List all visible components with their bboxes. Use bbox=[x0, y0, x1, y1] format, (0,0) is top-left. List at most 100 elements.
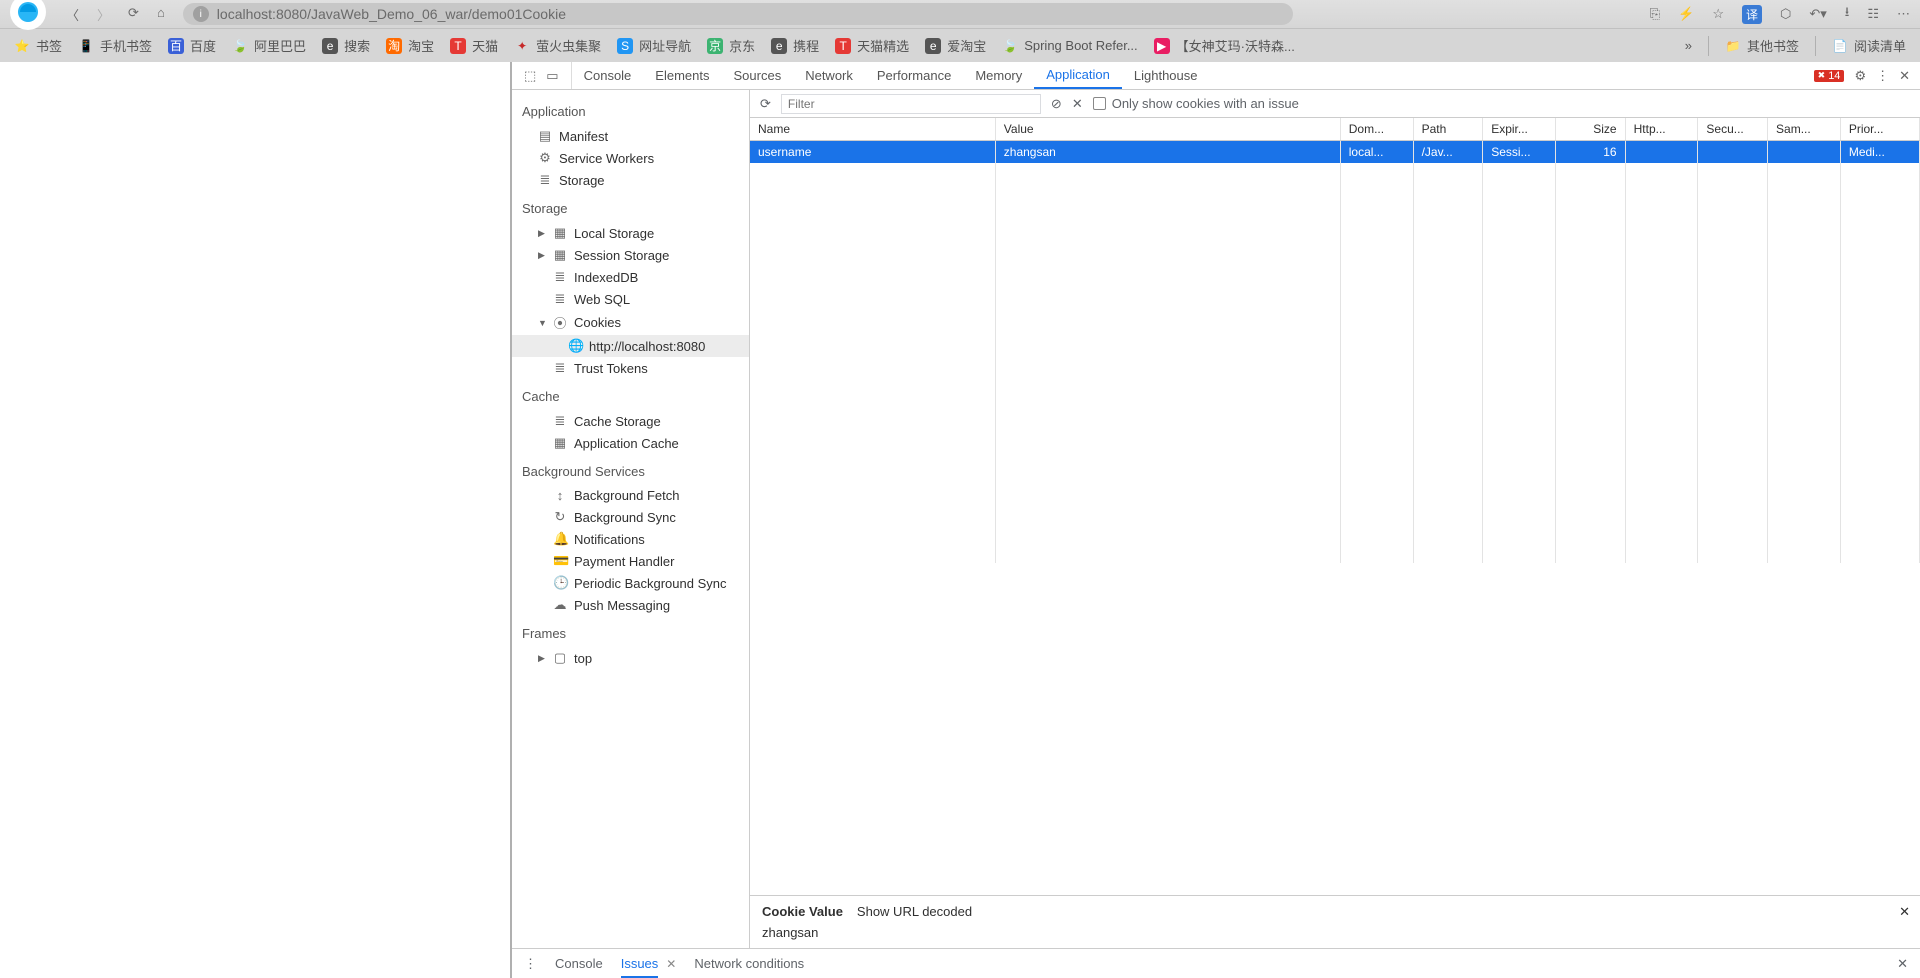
trust-tokens-item[interactable]: ≣Trust Tokens bbox=[512, 357, 749, 379]
col-1[interactable]: Value bbox=[995, 118, 1340, 141]
devtools-tab-performance[interactable]: Performance bbox=[865, 62, 963, 89]
col-7[interactable]: Secu... bbox=[1698, 118, 1768, 141]
refresh-icon[interactable]: ⟳ bbox=[760, 96, 771, 112]
reload-button[interactable]: ⟳ bbox=[128, 5, 139, 24]
expand-icon[interactable]: ▶ bbox=[538, 250, 546, 261]
session-storage-item[interactable]: ▶▦Session Storage bbox=[512, 244, 749, 266]
translate-button[interactable]: 译 bbox=[1742, 5, 1762, 24]
share-icon[interactable]: ⎘ bbox=[1650, 6, 1660, 22]
home-button[interactable]: ⌂ bbox=[157, 5, 165, 24]
bookmark-item[interactable]: S网址导航 bbox=[617, 36, 691, 55]
collapse-icon[interactable]: ▼ bbox=[538, 318, 546, 328]
application-sidebar: Application ▤Manifest ⚙Service Workers ≣… bbox=[512, 90, 750, 948]
bookmark-label: 天猫精选 bbox=[857, 36, 909, 55]
bookmark-item[interactable]: 📱手机书签 bbox=[78, 36, 152, 55]
drawer-tab-network-conditions[interactable]: Network conditions bbox=[694, 956, 804, 971]
device-toggle-icon[interactable]: ▭ bbox=[546, 68, 558, 84]
bookmark-item[interactable]: 🍃Spring Boot Refer... bbox=[1002, 36, 1137, 55]
database-icon: ≣ bbox=[553, 413, 567, 429]
col-0[interactable]: Name bbox=[750, 118, 995, 141]
expand-icon[interactable]: ▶ bbox=[538, 228, 546, 239]
undo-icon[interactable]: ↶▾ bbox=[1809, 6, 1826, 22]
clear-filter-icon[interactable]: ✕ bbox=[1072, 96, 1083, 112]
payment-handler-item[interactable]: 💳Payment Handler bbox=[512, 550, 749, 572]
application-cache-item[interactable]: ▦Application Cache bbox=[512, 432, 749, 454]
manifest-item[interactable]: ▤Manifest bbox=[512, 125, 749, 147]
cookies-table[interactable]: NameValueDom...PathExpir...SizeHttp...Se… bbox=[750, 118, 1920, 895]
bookmark-item[interactable]: 百百度 bbox=[168, 36, 216, 55]
bookmark-item[interactable]: 淘淘宝 bbox=[386, 36, 434, 55]
close-devtools-icon[interactable]: ✕ bbox=[1899, 68, 1910, 84]
bookmark-item[interactable]: 🍃阿里巴巴 bbox=[232, 36, 306, 55]
bookmark-item[interactable]: e携程 bbox=[771, 36, 819, 55]
reading-list[interactable]: 📄阅读清单 bbox=[1832, 36, 1906, 55]
star-icon[interactable]: ☆ bbox=[1712, 6, 1724, 22]
inspect-element-icon[interactable]: ⬚ bbox=[524, 68, 536, 84]
periodic-sync-item[interactable]: 🕒Periodic Background Sync bbox=[512, 572, 749, 594]
col-2[interactable]: Dom... bbox=[1340, 118, 1413, 141]
devtools-tab-elements[interactable]: Elements bbox=[643, 62, 721, 89]
forward-button[interactable]: 〉 bbox=[97, 5, 110, 24]
cookie-origin-item[interactable]: 🌐http://localhost:8080 bbox=[512, 335, 749, 357]
frame-top-item[interactable]: ▶▢top bbox=[512, 647, 749, 669]
drawer-tab-console[interactable]: Console bbox=[555, 956, 603, 971]
col-6[interactable]: Http... bbox=[1625, 118, 1698, 141]
service-workers-item[interactable]: ⚙Service Workers bbox=[512, 147, 749, 169]
cookie-row[interactable]: usernamezhangsanlocal.../Jav...Sessi...1… bbox=[750, 141, 1920, 164]
devtools-tab-network[interactable]: Network bbox=[793, 62, 865, 89]
indexeddb-item[interactable]: ≣IndexedDB bbox=[512, 266, 749, 288]
bookmark-item[interactable]: T天猫 bbox=[450, 36, 498, 55]
bookmark-item[interactable]: 京京东 bbox=[707, 36, 755, 55]
extensions-icon[interactable]: ⬡ bbox=[1780, 6, 1791, 22]
error-badge[interactable]: 14 bbox=[1814, 70, 1845, 82]
cookies-item[interactable]: ▼⦿Cookies bbox=[512, 310, 749, 335]
websql-item[interactable]: ≣Web SQL bbox=[512, 288, 749, 310]
more-icon[interactable]: ⋮ bbox=[1876, 68, 1889, 84]
settings-icon[interactable]: ⚙ bbox=[1854, 68, 1866, 84]
notifications-item[interactable]: 🔔Notifications bbox=[512, 528, 749, 550]
other-bookmarks[interactable]: 📁其他书签 bbox=[1725, 36, 1799, 55]
bookmark-label: 百度 bbox=[190, 36, 216, 55]
expand-icon[interactable]: ▶ bbox=[538, 653, 546, 664]
bookmark-item[interactable]: ▶【女神艾玛·沃特森... bbox=[1154, 36, 1295, 55]
clear-all-icon[interactable]: ⊘ bbox=[1051, 96, 1062, 112]
drawer-tab-issues[interactable]: Issues bbox=[621, 956, 659, 971]
menu-icon[interactable]: ⋯ bbox=[1897, 6, 1910, 22]
close-detail-icon[interactable]: ✕ bbox=[1899, 904, 1910, 920]
col-3[interactable]: Path bbox=[1413, 118, 1483, 141]
cache-storage-item[interactable]: ≣Cache Storage bbox=[512, 410, 749, 432]
bg-fetch-item[interactable]: ↕Background Fetch bbox=[512, 485, 749, 506]
site-info-icon[interactable]: i bbox=[193, 6, 209, 22]
bookmark-item[interactable]: ⭐书签 bbox=[14, 36, 62, 55]
local-storage-item[interactable]: ▶▦Local Storage bbox=[512, 222, 749, 244]
col-8[interactable]: Sam... bbox=[1768, 118, 1841, 141]
database-icon: ≣ bbox=[553, 269, 567, 285]
bookmarks-overflow[interactable]: » bbox=[1685, 38, 1692, 53]
close-drawer-icon[interactable]: ✕ bbox=[1897, 956, 1908, 972]
bookmark-item[interactable]: e搜索 bbox=[322, 36, 370, 55]
sidebar-icon[interactable]: ☷ bbox=[1867, 6, 1879, 22]
bookmark-item[interactable]: e爱淘宝 bbox=[925, 36, 986, 55]
devtools-tab-sources[interactable]: Sources bbox=[722, 62, 794, 89]
col-5[interactable]: Size bbox=[1555, 118, 1625, 141]
close-tab-icon[interactable]: ✕ bbox=[666, 957, 676, 971]
url-bar[interactable]: i localhost:8080/JavaWeb_Demo_06_war/dem… bbox=[183, 3, 1293, 25]
download-icon[interactable]: ⭳ bbox=[1845, 3, 1850, 25]
filter-input[interactable] bbox=[781, 94, 1041, 114]
devtools-tab-console[interactable]: Console bbox=[572, 62, 644, 89]
devtools-tab-lighthouse[interactable]: Lighthouse bbox=[1122, 62, 1210, 89]
bg-sync-item[interactable]: ↻Background Sync bbox=[512, 506, 749, 528]
bookmark-item[interactable]: T天猫精选 bbox=[835, 36, 909, 55]
push-messaging-item[interactable]: ☁Push Messaging bbox=[512, 594, 749, 616]
col-4[interactable]: Expir... bbox=[1483, 118, 1556, 141]
flash-icon[interactable]: ⚡ bbox=[1678, 6, 1694, 22]
drawer-menu-icon[interactable]: ⋮ bbox=[524, 956, 537, 972]
back-button[interactable]: 〈 bbox=[66, 5, 79, 24]
devtools-tab-memory[interactable]: Memory bbox=[963, 62, 1034, 89]
col-9[interactable]: Prior... bbox=[1840, 118, 1919, 141]
url-decoded-checkbox[interactable]: Show URL decoded bbox=[857, 904, 972, 919]
only-issue-checkbox[interactable]: Only show cookies with an issue bbox=[1093, 96, 1299, 111]
bookmark-item[interactable]: ✦萤火虫集聚 bbox=[514, 36, 601, 55]
devtools-tab-application[interactable]: Application bbox=[1034, 62, 1122, 89]
storage-item[interactable]: ≣Storage bbox=[512, 169, 749, 191]
